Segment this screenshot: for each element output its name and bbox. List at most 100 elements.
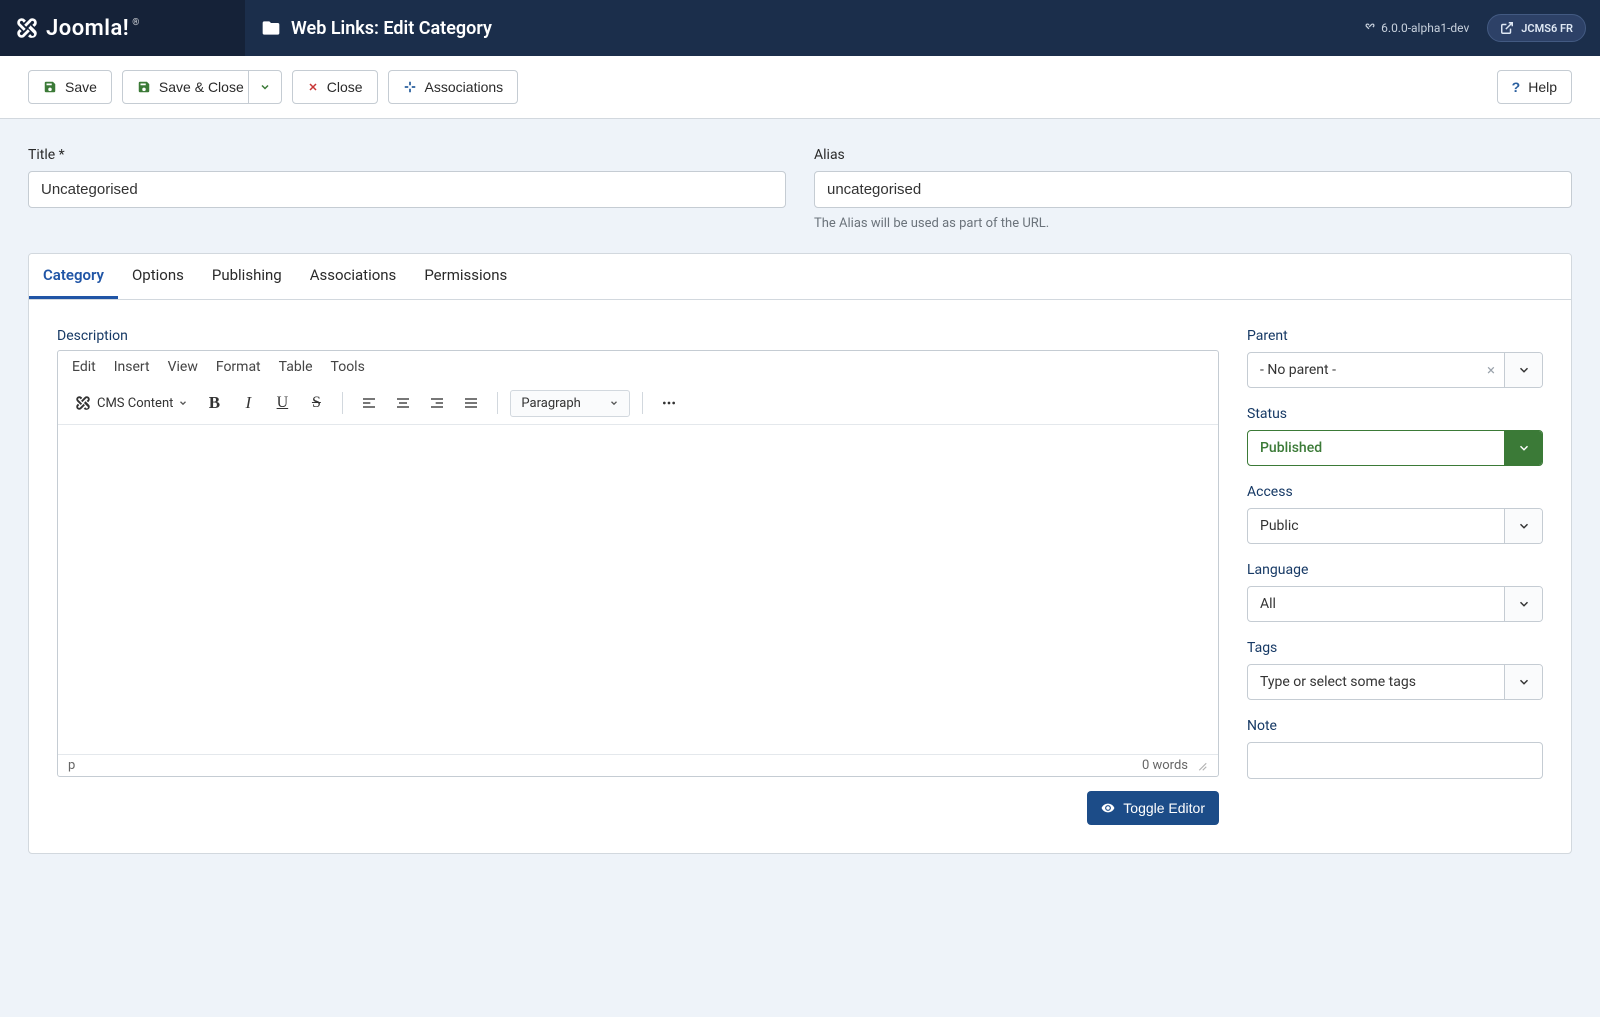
external-link-icon [1500, 21, 1514, 35]
topbar: Joomla! ® Web Links: Edit Category 6.0.0… [0, 0, 1600, 56]
separator [497, 392, 498, 414]
status-label: Status [1247, 406, 1543, 422]
tags-label: Tags [1247, 640, 1543, 656]
ed-menu-tools[interactable]: Tools [331, 359, 365, 375]
folder-icon [261, 18, 281, 38]
associations-icon [403, 80, 417, 94]
chevron-down-icon[interactable] [1504, 353, 1542, 387]
ed-menu-view[interactable]: View [168, 359, 198, 375]
clear-icon[interactable]: × [1478, 353, 1504, 387]
align-right-button[interactable] [423, 389, 451, 417]
ed-menu-insert[interactable]: Insert [114, 359, 150, 375]
element-path[interactable]: p [68, 758, 1142, 773]
align-left-button[interactable] [355, 389, 383, 417]
title-alias-row: Title * Alias The Alias will be used as … [28, 147, 1572, 231]
paragraph-select[interactable]: Paragraph [510, 390, 629, 417]
toolbar: Save Save & Close Close Associations ? H… [0, 56, 1600, 119]
editor: Edit Insert View Format Table Tools CMS … [57, 350, 1219, 777]
tab-options[interactable]: Options [118, 254, 198, 299]
description-label: Description [57, 328, 1219, 344]
status-select[interactable]: Published [1247, 430, 1543, 466]
cms-content-button[interactable]: CMS Content [68, 390, 194, 416]
version: 6.0.0-alpha1-dev [1364, 21, 1469, 35]
underline-button[interactable]: U [268, 389, 296, 417]
chevron-down-icon[interactable] [1504, 431, 1542, 465]
note-label: Note [1247, 718, 1543, 734]
separator [642, 392, 643, 414]
tab-body: Description Edit Insert View Format Tabl… [29, 300, 1571, 853]
save-button[interactable]: Save [28, 70, 112, 104]
status-field: Status Published [1247, 406, 1543, 466]
alias-field: Alias The Alias will be used as part of … [814, 147, 1572, 231]
save-icon [43, 80, 57, 94]
ed-menu-edit[interactable]: Edit [72, 359, 96, 375]
parent-field: Parent - No parent - × [1247, 328, 1543, 388]
access-select[interactable]: Public [1247, 508, 1543, 544]
parent-select[interactable]: - No parent - × [1247, 352, 1543, 388]
save-icon [137, 80, 151, 94]
chevron-down-icon[interactable] [1504, 587, 1542, 621]
tabs-card: Category Options Publishing Associations… [28, 253, 1572, 854]
word-count: 0 words [1142, 758, 1188, 773]
brand[interactable]: Joomla! ® [0, 0, 245, 56]
tags-select[interactable]: Type or select some tags [1247, 664, 1543, 700]
chevron-down-icon[interactable] [1504, 665, 1542, 699]
close-icon [307, 81, 319, 93]
ed-menu-table[interactable]: Table [279, 359, 313, 375]
brand-name: Joomla! [46, 16, 129, 41]
tab-publishing[interactable]: Publishing [198, 254, 296, 299]
title-input[interactable] [28, 171, 786, 208]
editor-body[interactable] [58, 424, 1218, 754]
sidebar: Parent - No parent - × Status Published [1247, 328, 1543, 825]
topbar-right: 6.0.0-alpha1-dev JCMS6 FR [1350, 14, 1600, 42]
page-title-wrap: Web Links: Edit Category [245, 18, 1350, 39]
help-icon: ? [1512, 79, 1521, 95]
separator [342, 392, 343, 414]
align-justify-button[interactable] [457, 389, 485, 417]
page-title: Web Links: Edit Category [291, 18, 492, 39]
save-dropdown-button[interactable] [248, 70, 282, 104]
joomla-cms-icon [74, 394, 92, 412]
ed-menu-format[interactable]: Format [216, 359, 261, 375]
tab-category[interactable]: Category [29, 254, 118, 299]
chevron-down-icon[interactable] [1504, 509, 1542, 543]
alias-label: Alias [814, 147, 1572, 163]
main-column: Description Edit Insert View Format Tabl… [57, 328, 1219, 825]
toggle-editor-row: Toggle Editor [57, 791, 1219, 825]
site-badge[interactable]: JCMS6 FR [1487, 14, 1586, 42]
language-field: Language All [1247, 562, 1543, 622]
alias-input[interactable] [814, 171, 1572, 208]
toggle-editor-button[interactable]: Toggle Editor [1087, 791, 1219, 825]
editor-toolbar: CMS Content B I U S [58, 383, 1218, 424]
chevron-down-icon [178, 398, 188, 408]
language-select[interactable]: All [1247, 586, 1543, 622]
bold-button[interactable]: B [200, 389, 228, 417]
tab-permissions[interactable]: Permissions [410, 254, 521, 299]
editor-menu: Edit Insert View Format Table Tools [58, 351, 1218, 383]
joomla-mini-icon [1364, 22, 1376, 34]
registered-icon: ® [132, 18, 139, 28]
alias-hint: The Alias will be used as part of the UR… [814, 216, 1572, 231]
tab-associations[interactable]: Associations [296, 254, 411, 299]
eye-icon [1101, 801, 1115, 815]
access-field: Access Public [1247, 484, 1543, 544]
title-field: Title * [28, 147, 786, 231]
chevron-down-icon [259, 81, 271, 93]
editor-statusbar: p 0 words [58, 754, 1218, 776]
align-center-button[interactable] [389, 389, 417, 417]
content: Title * Alias The Alias will be used as … [0, 119, 1600, 854]
chevron-down-icon [609, 398, 619, 408]
resize-handle-icon[interactable] [1194, 758, 1208, 772]
close-button[interactable]: Close [292, 70, 378, 104]
save-close-button[interactable]: Save & Close [122, 70, 259, 104]
language-label: Language [1247, 562, 1543, 578]
italic-button[interactable]: I [234, 389, 262, 417]
strike-button[interactable]: S [302, 389, 330, 417]
more-button[interactable] [655, 389, 683, 417]
note-input[interactable] [1247, 742, 1543, 779]
help-button[interactable]: ? Help [1497, 70, 1572, 104]
tags-field: Tags Type or select some tags [1247, 640, 1543, 700]
title-label: Title * [28, 147, 786, 163]
joomla-logo-icon [14, 15, 40, 41]
associations-button[interactable]: Associations [388, 70, 519, 104]
